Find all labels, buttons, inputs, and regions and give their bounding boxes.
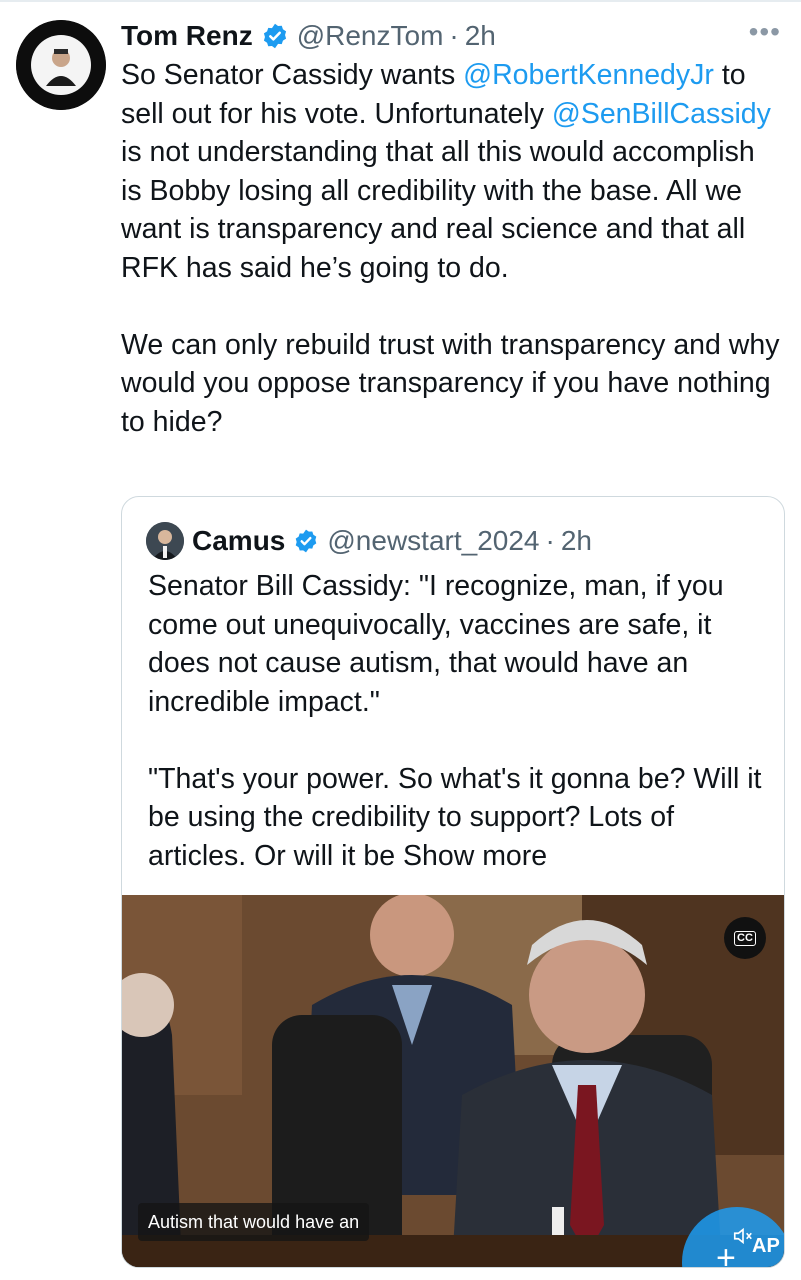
tweet-text: So Senator Cassidy wants @RobertKennedyJ… [121, 56, 781, 441]
more-horizontal-icon[interactable]: ••• [749, 18, 781, 46]
quoted-author-name: Camus [192, 525, 286, 556]
show-more-link[interactable]: Show more [403, 840, 547, 872]
mention-link[interactable]: @SenBillCassidy [552, 98, 771, 130]
author-handle[interactable]: @RenzTom [297, 20, 444, 52]
tweet-paragraph-2: We can only rebuild trust with transpare… [121, 328, 780, 438]
quoted-paragraph-1: Senator Bill Cassidy: "I recognize, man,… [148, 570, 724, 718]
plus-icon[interactable]: + [716, 1239, 736, 1267]
quoted-tweet-header: Camus @newstart_2024 · 2h [146, 521, 592, 561]
quoted-paragraph-2: "That's your power. So what's it gonna b… [148, 760, 768, 876]
cc-label: CC [734, 930, 756, 946]
closed-captions-button[interactable]: CC [724, 917, 766, 959]
quoted-timestamp: 2h [560, 525, 592, 556]
video-player[interactable]: CC Autism that would have an + AP [122, 895, 784, 1267]
verified-badge-icon [261, 22, 289, 50]
mention-link[interactable]: @RobertKennedyJr [463, 59, 714, 91]
tweet-paragraph-1: So Senator Cassidy wants @RobertKennedyJ… [121, 56, 781, 287]
quoted-tweet-card[interactable]: Camus @newstart_2024 · 2h Senator Bill C… [121, 496, 785, 1268]
video-caption: Autism that would have an [138, 1203, 370, 1241]
quoted-tweet-text: Senator Bill Cassidy: "I recognize, man,… [148, 567, 768, 875]
author-name[interactable]: Tom Renz [121, 20, 253, 52]
author-avatar[interactable] [16, 20, 106, 110]
separator-dot: · [449, 20, 459, 51]
quoted-author-avatar [146, 522, 184, 560]
text-segment: is not understanding that all this would… [121, 136, 755, 284]
top-divider [0, 0, 801, 2]
tweet-timestamp[interactable]: 2h [465, 20, 496, 52]
tweet-header: Tom Renz @RenzTom · 2h [121, 16, 496, 56]
ap-watermark: AP [752, 1235, 780, 1257]
separator-dot: · [545, 525, 555, 556]
text-segment: So Senator Cassidy wants [121, 59, 464, 91]
verified-badge-icon [293, 528, 319, 554]
quoted-author-handle: @newstart_2024 [327, 525, 540, 556]
